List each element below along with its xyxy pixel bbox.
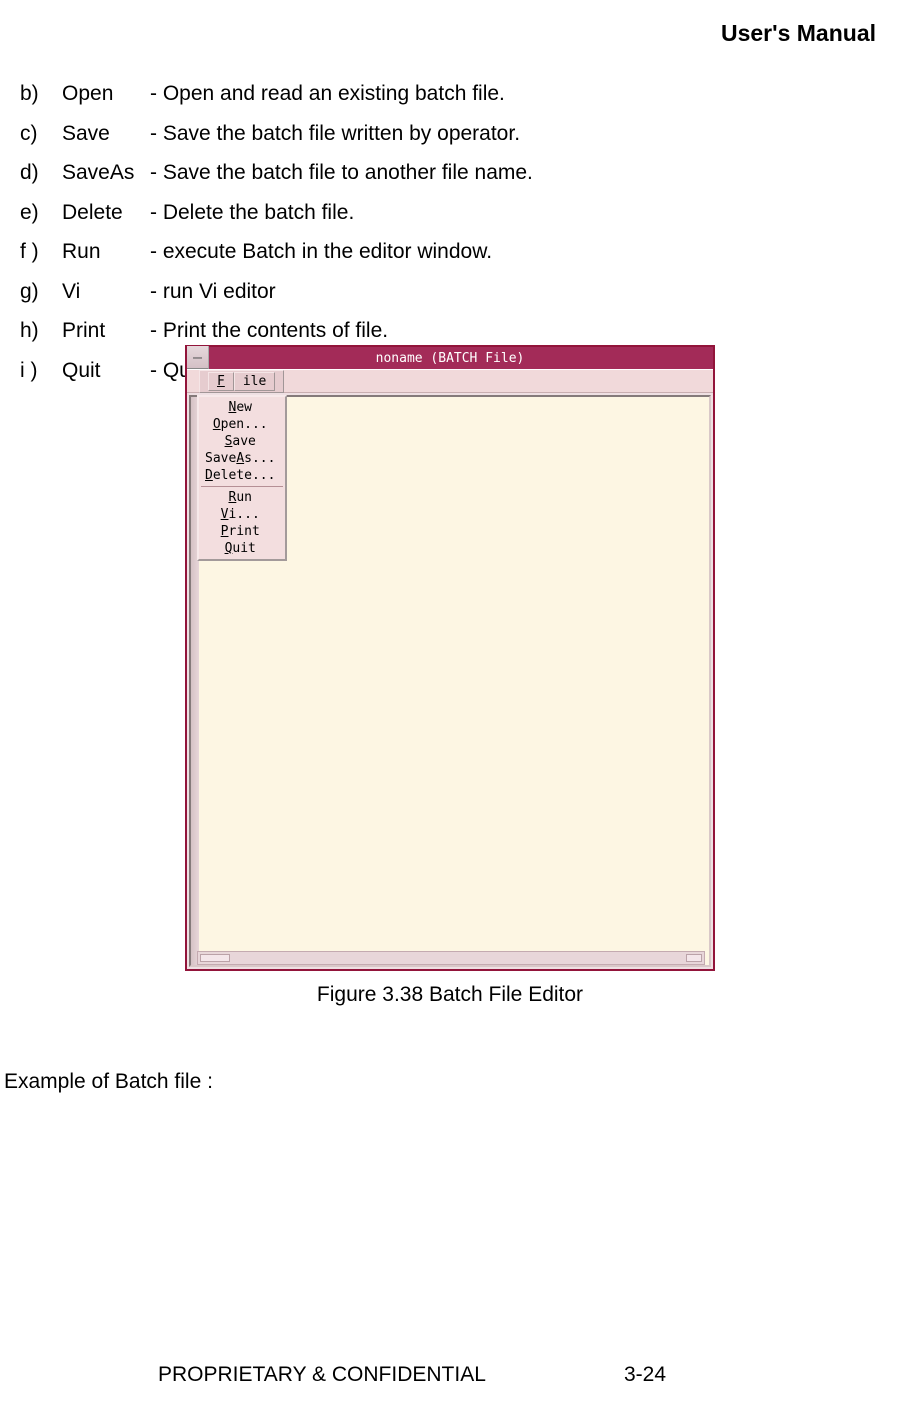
list-item: e) Delete - Delete the batch file. bbox=[20, 197, 860, 229]
list-item-description: - Save the batch file written by operato… bbox=[150, 118, 860, 150]
menubar: File bbox=[187, 369, 713, 393]
list-item-letter: h) bbox=[20, 315, 62, 347]
list-item: c) Save - Save the batch file written by… bbox=[20, 118, 860, 150]
list-item-description: - execute Batch in the editor window. bbox=[150, 236, 860, 268]
footer-confidential: PROPRIETARY & CONFIDENTIAL bbox=[158, 1363, 486, 1387]
file-menu-label-rest: ile bbox=[234, 372, 275, 391]
window-title: noname (BATCH File) bbox=[376, 351, 525, 366]
list-item-letter: b) bbox=[20, 78, 62, 110]
menu-item-new[interactable]: New bbox=[201, 399, 283, 416]
menu-item-run[interactable]: Run bbox=[201, 489, 283, 506]
list-item-description: - Save the batch file to another file na… bbox=[150, 157, 860, 189]
editor-area[interactable]: New Open... Save SaveAs... Delete... Run… bbox=[189, 395, 711, 967]
list-item-description: - Print the contents of file. bbox=[150, 315, 860, 347]
scrollbar-horizontal[interactable] bbox=[197, 951, 705, 965]
example-heading: Example of Batch file : bbox=[4, 1070, 213, 1094]
menu-item-saveas[interactable]: SaveAs... bbox=[201, 450, 283, 467]
window: – noname (BATCH File) File New Open... S… bbox=[185, 345, 715, 971]
list-item-letter: f ) bbox=[20, 236, 62, 268]
file-menu-button[interactable]: File bbox=[199, 370, 284, 393]
menu-item-save[interactable]: Save bbox=[201, 433, 283, 450]
file-menu-dropdown: New Open... Save SaveAs... Delete... Run… bbox=[197, 395, 287, 561]
menu-item-print[interactable]: Print bbox=[201, 523, 283, 540]
menu-item-vi[interactable]: Vi... bbox=[201, 506, 283, 523]
menu-item-quit[interactable]: Quit bbox=[201, 540, 283, 557]
list-item-letter: g) bbox=[20, 276, 62, 308]
list-item-command: Delete bbox=[62, 197, 150, 229]
list-item: g) Vi - run Vi editor bbox=[20, 276, 860, 308]
list-item-command: Print bbox=[62, 315, 150, 347]
list-item-command: SaveAs bbox=[62, 157, 150, 189]
footer-page-number: 3-24 bbox=[624, 1363, 666, 1387]
list-item: d) SaveAs - Save the batch file to anoth… bbox=[20, 157, 860, 189]
list-item-description: - Delete the batch file. bbox=[150, 197, 860, 229]
list-item-command: Open bbox=[62, 78, 150, 110]
list-item: f ) Run - execute Batch in the editor wi… bbox=[20, 236, 860, 268]
list-item: h) Print - Print the contents of file. bbox=[20, 315, 860, 347]
list-item: b) Open - Open and read an existing batc… bbox=[20, 78, 860, 110]
file-menu-mnemonic: F bbox=[208, 372, 234, 391]
list-item-command: Run bbox=[62, 236, 150, 268]
list-item-letter: c) bbox=[20, 118, 62, 150]
figure-batch-file-editor: – noname (BATCH File) File New Open... S… bbox=[0, 345, 900, 1007]
menu-item-open[interactable]: Open... bbox=[201, 416, 283, 433]
list-item-command: Save bbox=[62, 118, 150, 150]
list-item-letter: e) bbox=[20, 197, 62, 229]
menu-item-delete[interactable]: Delete... bbox=[201, 467, 283, 484]
window-system-menu-icon[interactable]: – bbox=[187, 346, 209, 369]
page-header-title: User's Manual bbox=[721, 20, 876, 47]
list-item-letter: d) bbox=[20, 157, 62, 189]
list-item-description: - run Vi editor bbox=[150, 276, 860, 308]
list-item-description: - Open and read an existing batch file. bbox=[150, 78, 860, 110]
menu-separator bbox=[201, 486, 283, 487]
window-titlebar[interactable]: – noname (BATCH File) bbox=[187, 347, 713, 369]
list-item-command: Vi bbox=[62, 276, 150, 308]
figure-caption: Figure 3.38 Batch File Editor bbox=[0, 983, 900, 1007]
